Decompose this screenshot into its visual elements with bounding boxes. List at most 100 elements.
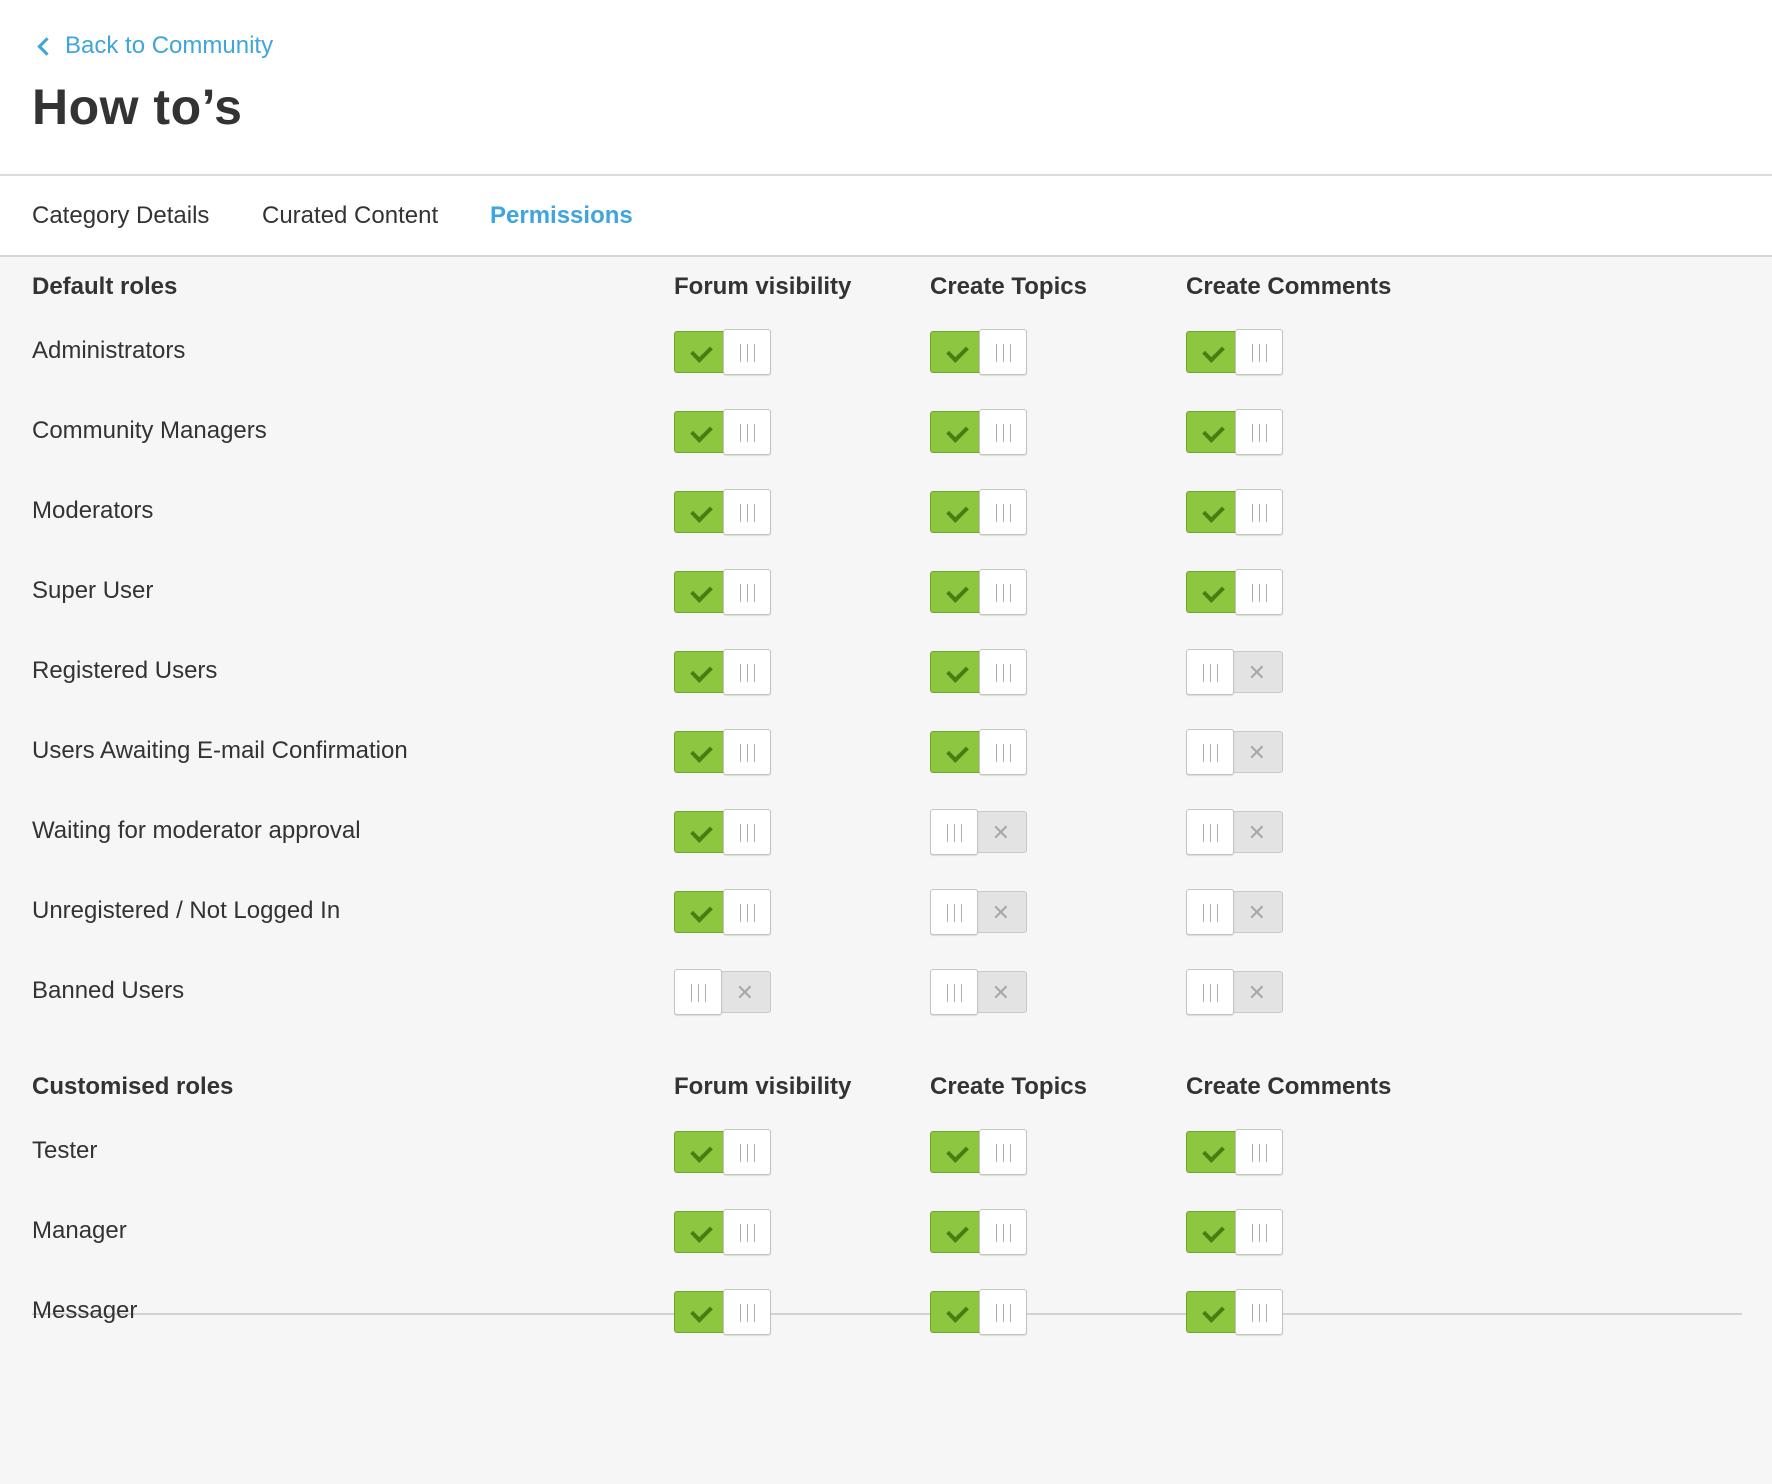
create-topics-toggle[interactable]: ✕ — [930, 809, 1027, 855]
role-row: Tester — [0, 1121, 1772, 1181]
create-comments-toggle[interactable] — [1186, 1289, 1283, 1335]
toggle-knob[interactable] — [723, 649, 771, 695]
grip-icon — [740, 1304, 755, 1322]
column-header-forum-visibility: Forum visibility — [674, 1073, 852, 1100]
create-topics-toggle[interactable] — [930, 649, 1027, 695]
toggle-knob[interactable] — [723, 809, 771, 855]
forum-visibility-toggle[interactable] — [674, 1289, 771, 1335]
column-header-create-comments: Create Comments — [1186, 1073, 1392, 1100]
check-icon — [690, 1300, 713, 1323]
toggle-knob[interactable] — [979, 729, 1027, 775]
create-comments-toggle[interactable] — [1186, 329, 1283, 375]
toggle-knob[interactable] — [723, 1289, 771, 1335]
grip-icon — [1203, 744, 1218, 762]
toggle-knob[interactable] — [930, 889, 978, 935]
toggle-knob[interactable] — [1235, 329, 1283, 375]
create-topics-toggle[interactable] — [930, 329, 1027, 375]
create-topics-toggle[interactable] — [930, 1129, 1027, 1175]
toggle-knob[interactable] — [930, 809, 978, 855]
toggle-knob[interactable] — [1186, 809, 1234, 855]
create-comments-toggle[interactable] — [1186, 489, 1283, 535]
grip-icon — [740, 1144, 755, 1162]
cross-icon: ✕ — [735, 981, 754, 1006]
toggle-knob[interactable] — [1235, 489, 1283, 535]
toggle-knob[interactable] — [723, 489, 771, 535]
forum-visibility-toggle[interactable] — [674, 409, 771, 455]
toggle-knob[interactable] — [723, 729, 771, 775]
toggle-knob[interactable] — [979, 649, 1027, 695]
toggle-knob[interactable] — [1186, 729, 1234, 775]
toggle-knob[interactable] — [1186, 889, 1234, 935]
forum-visibility-toggle[interactable]: ✕ — [674, 969, 771, 1015]
toggle-knob[interactable] — [979, 1289, 1027, 1335]
grip-icon — [947, 824, 962, 842]
section-title: Customised roles — [32, 1073, 234, 1100]
forum-visibility-toggle[interactable] — [674, 649, 771, 695]
role-row: Administrators — [0, 321, 1772, 381]
create-topics-toggle[interactable] — [930, 729, 1027, 775]
toggle-knob[interactable] — [1235, 1289, 1283, 1335]
tab-curated-content[interactable]: Curated Content — [262, 202, 438, 230]
toggle-knob[interactable] — [1235, 569, 1283, 615]
create-comments-toggle[interactable] — [1186, 569, 1283, 615]
create-comments-toggle[interactable]: ✕ — [1186, 889, 1283, 935]
forum-visibility-toggle[interactable] — [674, 1209, 771, 1255]
toggle-knob[interactable] — [930, 969, 978, 1015]
role-row: Registered Users ✕ — [0, 641, 1772, 701]
create-topics-toggle[interactable] — [930, 569, 1027, 615]
toggle-knob[interactable] — [674, 969, 722, 1015]
create-comments-toggle[interactable]: ✕ — [1186, 649, 1283, 695]
tab-permissions[interactable]: Permissions — [490, 202, 633, 230]
create-topics-toggle[interactable] — [930, 1289, 1027, 1335]
toggle-knob[interactable] — [1235, 409, 1283, 455]
grip-icon — [1252, 1144, 1267, 1162]
toggle-knob[interactable] — [979, 569, 1027, 615]
grip-icon — [996, 424, 1011, 442]
check-icon — [1202, 1220, 1225, 1243]
forum-visibility-toggle[interactable] — [674, 729, 771, 775]
toggle-knob[interactable] — [979, 409, 1027, 455]
toggle-knob[interactable] — [723, 889, 771, 935]
create-topics-toggle[interactable]: ✕ — [930, 969, 1027, 1015]
toggle-knob[interactable] — [1186, 649, 1234, 695]
grip-icon — [740, 744, 755, 762]
forum-visibility-toggle[interactable] — [674, 569, 771, 615]
forum-visibility-toggle[interactable] — [674, 489, 771, 535]
forum-visibility-toggle[interactable] — [674, 1129, 771, 1175]
create-comments-toggle[interactable]: ✕ — [1186, 969, 1283, 1015]
grip-icon — [1203, 904, 1218, 922]
create-comments-toggle[interactable] — [1186, 409, 1283, 455]
forum-visibility-toggle[interactable] — [674, 809, 771, 855]
check-icon — [690, 900, 713, 923]
grip-icon — [996, 344, 1011, 362]
toggle-knob[interactable] — [979, 489, 1027, 535]
create-comments-toggle[interactable] — [1186, 1129, 1283, 1175]
role-name: Administrators — [32, 337, 186, 364]
tab-category-details[interactable]: Category Details — [32, 202, 209, 230]
create-comments-toggle[interactable]: ✕ — [1186, 729, 1283, 775]
forum-visibility-toggle[interactable] — [674, 329, 771, 375]
create-topics-toggle[interactable] — [930, 409, 1027, 455]
toggle-knob[interactable] — [1235, 1209, 1283, 1255]
toggle-knob[interactable] — [723, 1209, 771, 1255]
toggle-knob[interactable] — [979, 329, 1027, 375]
create-topics-toggle[interactable] — [930, 1209, 1027, 1255]
toggle-knob[interactable] — [1186, 969, 1234, 1015]
toggle-knob[interactable] — [723, 329, 771, 375]
create-topics-toggle[interactable] — [930, 489, 1027, 535]
create-comments-toggle[interactable]: ✕ — [1186, 809, 1283, 855]
grip-icon — [996, 744, 1011, 762]
check-icon — [946, 740, 969, 763]
toggle-knob[interactable] — [979, 1129, 1027, 1175]
toggle-knob[interactable] — [723, 409, 771, 455]
forum-visibility-toggle[interactable] — [674, 889, 771, 935]
create-comments-toggle[interactable] — [1186, 1209, 1283, 1255]
back-to-community-link[interactable]: Back to Community — [37, 32, 273, 60]
toggle-knob[interactable] — [723, 569, 771, 615]
create-topics-toggle[interactable]: ✕ — [930, 889, 1027, 935]
check-icon — [1202, 580, 1225, 603]
toggle-knob[interactable] — [1235, 1129, 1283, 1175]
toggle-knob[interactable] — [979, 1209, 1027, 1255]
toggle-knob[interactable] — [723, 1129, 771, 1175]
page-title: How to’s — [32, 79, 243, 135]
